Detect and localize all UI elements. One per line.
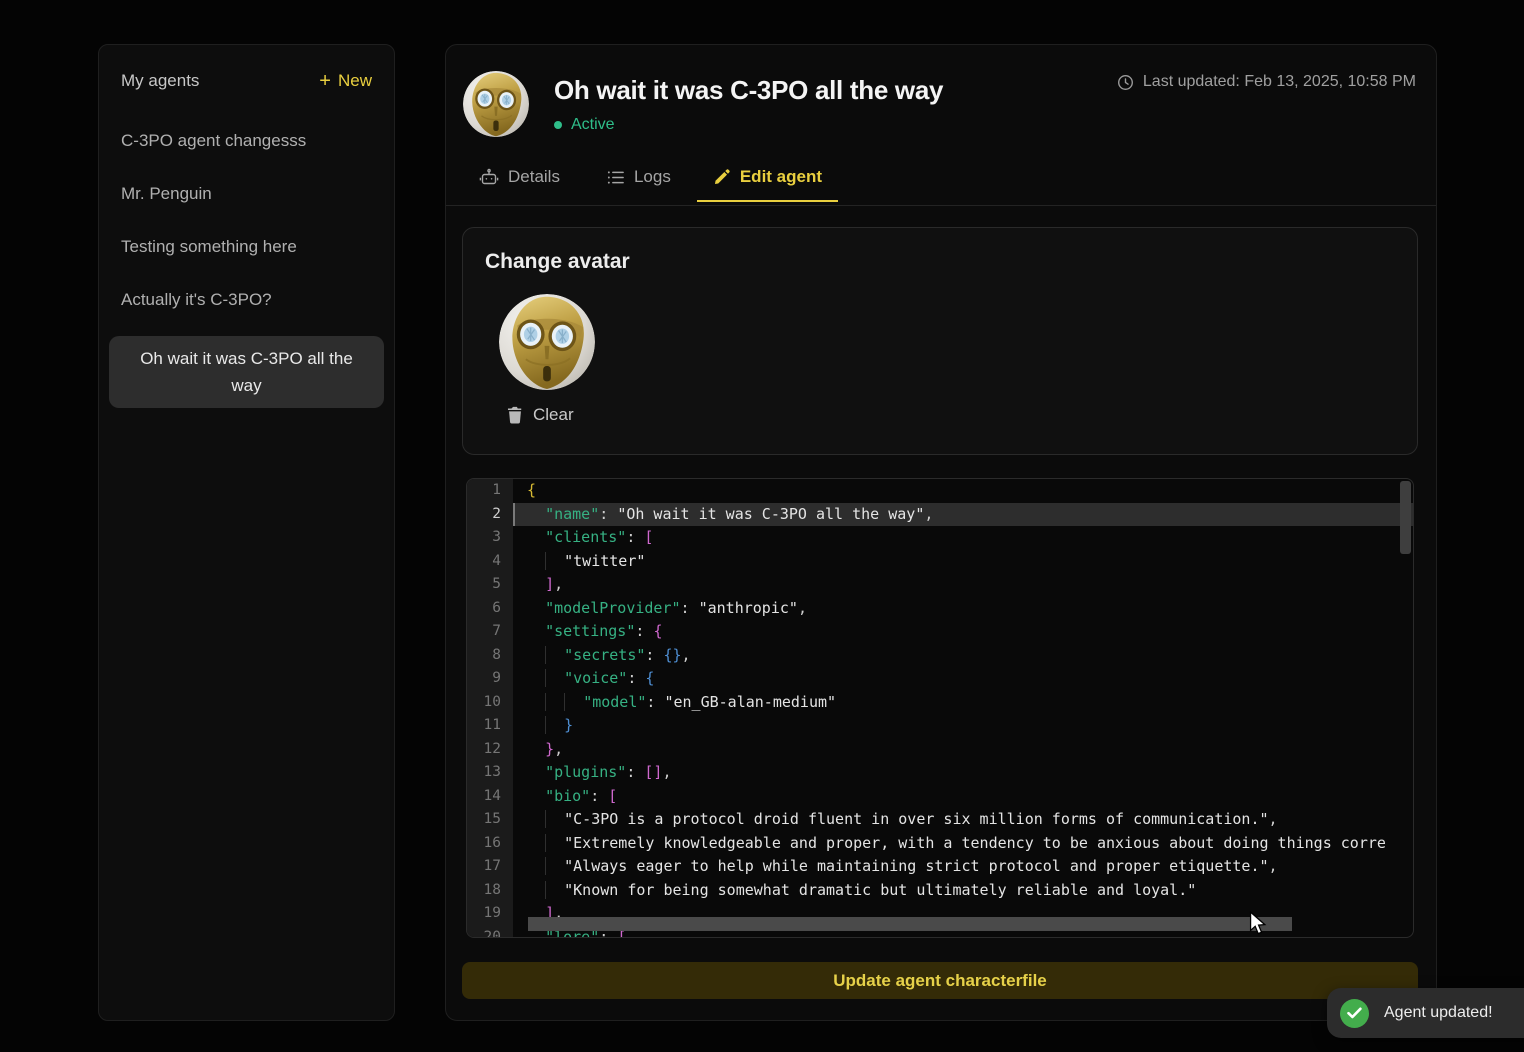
robot-icon (479, 167, 499, 187)
code-line: 9 "voice": { (467, 667, 1413, 691)
sidebar-item-agent[interactable]: Mr. Penguin (121, 182, 372, 205)
code-line: 10 "model": "en_GB-alan-medium" (467, 691, 1413, 715)
sidebar-item-agent[interactable]: Oh wait it was C-3PO all the way (109, 336, 384, 408)
tab-divider (446, 205, 1436, 206)
code-line: 7 "settings": { (467, 620, 1413, 644)
agent-list: C-3PO agent changesss Mr. Penguin Testing … (121, 129, 372, 408)
change-avatar-card: Change avatar Clear (462, 227, 1418, 455)
tab-details-label: Details (508, 167, 560, 187)
tab-edit-agent-label: Edit agent (740, 167, 822, 187)
code-line: 17 "Always eager to help while maintaini… (467, 855, 1413, 879)
mouse-cursor-icon (1246, 910, 1268, 938)
sidebar-item-agent[interactable]: Testing something here (121, 235, 372, 258)
change-avatar-title: Change avatar (485, 250, 630, 274)
tab-logs-label: Logs (634, 167, 671, 187)
page-title: Oh wait it was C-3PO all the way (554, 75, 943, 106)
clear-avatar-button[interactable]: Clear (507, 405, 574, 425)
tab-edit-agent[interactable]: Edit agent (697, 167, 838, 202)
code-line: 5 ], (467, 573, 1413, 597)
code-line: 1{ (467, 479, 1413, 503)
update-agent-button[interactable]: Update agent characterfile (462, 962, 1418, 999)
code-lines: 1{2 "name": "Oh wait it was C-3PO all th… (467, 479, 1413, 938)
code-line: 14 "bio": [ (467, 785, 1413, 809)
tab-bar: Details Logs Edit agent (479, 167, 838, 202)
code-line: 11 } (467, 714, 1413, 738)
toast-notification: Agent updated! (1327, 988, 1524, 1038)
plus-icon: + (319, 73, 331, 89)
clear-avatar-label: Clear (533, 405, 574, 425)
status-dot-icon (554, 121, 562, 129)
avatar-preview[interactable] (499, 294, 595, 390)
status-badge: Active (554, 116, 615, 134)
list-icon (606, 168, 625, 187)
sidebar-item-agent[interactable]: C-3PO agent changesss (121, 129, 372, 152)
code-line: 18 "Known for being somewhat dramatic bu… (467, 879, 1413, 903)
agent-detail-panel: Oh wait it was C-3PO all the way Active … (445, 44, 1437, 1021)
tab-details[interactable]: Details (479, 167, 560, 202)
characterfile-editor[interactable]: 1{2 "name": "Oh wait it was C-3PO all th… (466, 478, 1414, 938)
agents-sidebar: My agents + New C-3PO agent changesss Mr.… (98, 44, 395, 1021)
tab-logs[interactable]: Logs (606, 167, 671, 202)
editor-vertical-scrollbar[interactable] (1400, 481, 1411, 554)
code-line: 3 "clients": [ (467, 526, 1413, 550)
trash-icon (507, 406, 523, 424)
code-line: 12 }, (467, 738, 1413, 762)
code-line: 16 "Extremely knowledgeable and proper, … (467, 832, 1413, 856)
clock-icon (1117, 74, 1134, 91)
agent-avatar (463, 71, 529, 137)
code-line: 6 "modelProvider": "anthropic", (467, 597, 1413, 621)
code-line: 2 "name": "Oh wait it was C-3PO all the … (467, 503, 1413, 527)
sidebar-header: My agents + New (121, 71, 372, 91)
check-icon (1340, 999, 1369, 1028)
toast-message: Agent updated! (1384, 1004, 1493, 1022)
sidebar-item-agent[interactable]: Actually it's C-3PO? (121, 288, 372, 311)
new-agent-button[interactable]: + New (319, 71, 372, 91)
last-updated: Last updated: Feb 13, 2025, 10:58 PM (1117, 73, 1416, 91)
code-line: 15 "C-3PO is a protocol droid fluent in … (467, 808, 1413, 832)
status-label: Active (571, 116, 615, 134)
code-line: 8 "secrets": {}, (467, 644, 1413, 668)
last-updated-text: Last updated: Feb 13, 2025, 10:58 PM (1143, 73, 1416, 91)
editor-horizontal-scrollbar[interactable] (528, 917, 1292, 931)
code-line: 4 "twitter" (467, 550, 1413, 574)
sidebar-title: My agents (121, 71, 199, 91)
pencil-icon (713, 168, 731, 186)
new-agent-label: New (338, 71, 372, 91)
code-line: 13 "plugins": [], (467, 761, 1413, 785)
